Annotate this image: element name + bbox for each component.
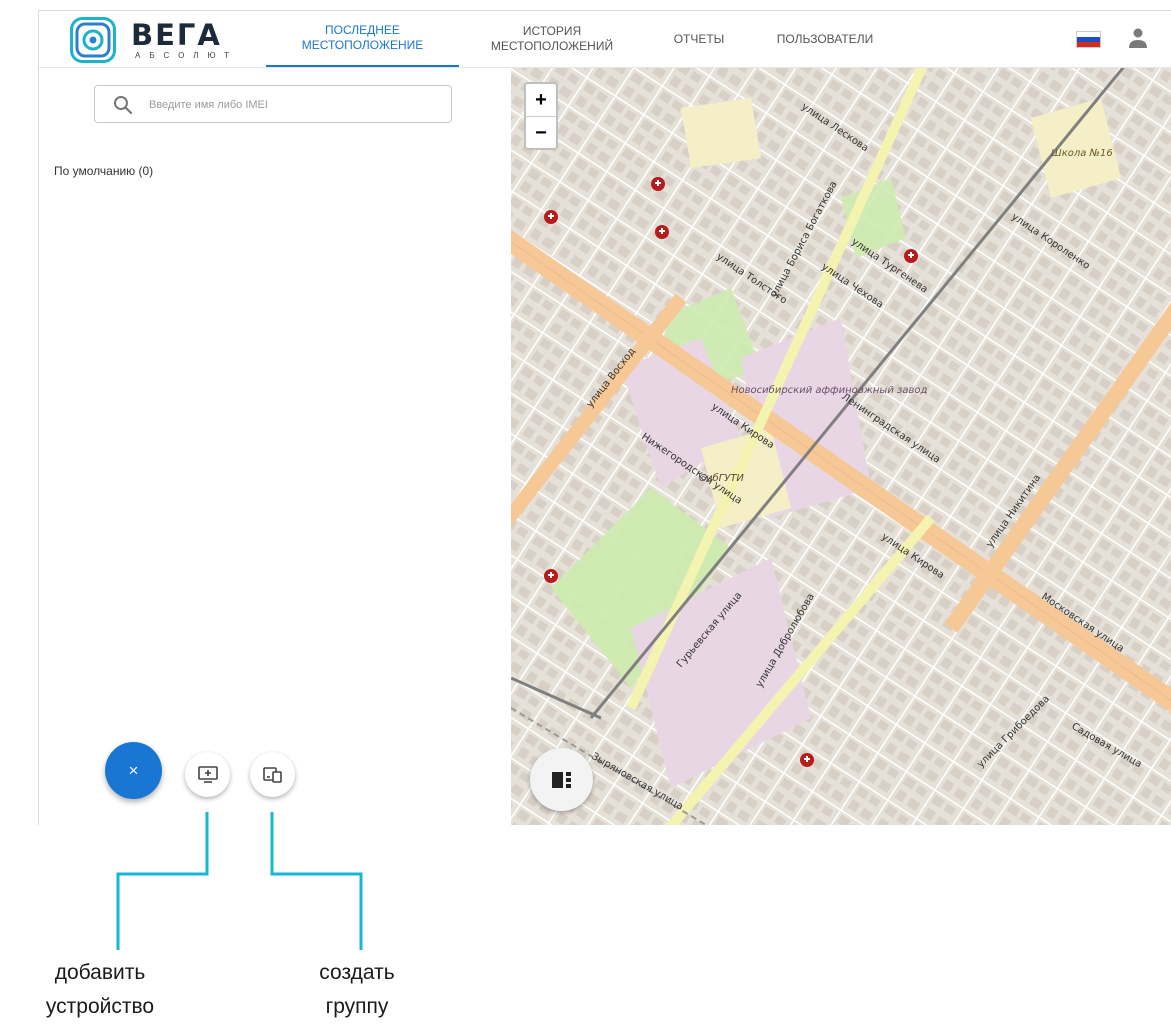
callout-line-add-device [116,812,209,950]
callout-add-device: добавить устройство [0,956,200,1024]
callout-line-create-group [270,812,363,950]
callout-text: добавить [54,961,146,984]
callout-text: создать [319,961,395,984]
callout-lines [116,812,363,950]
callout-create-group: создать группу [282,956,432,1024]
